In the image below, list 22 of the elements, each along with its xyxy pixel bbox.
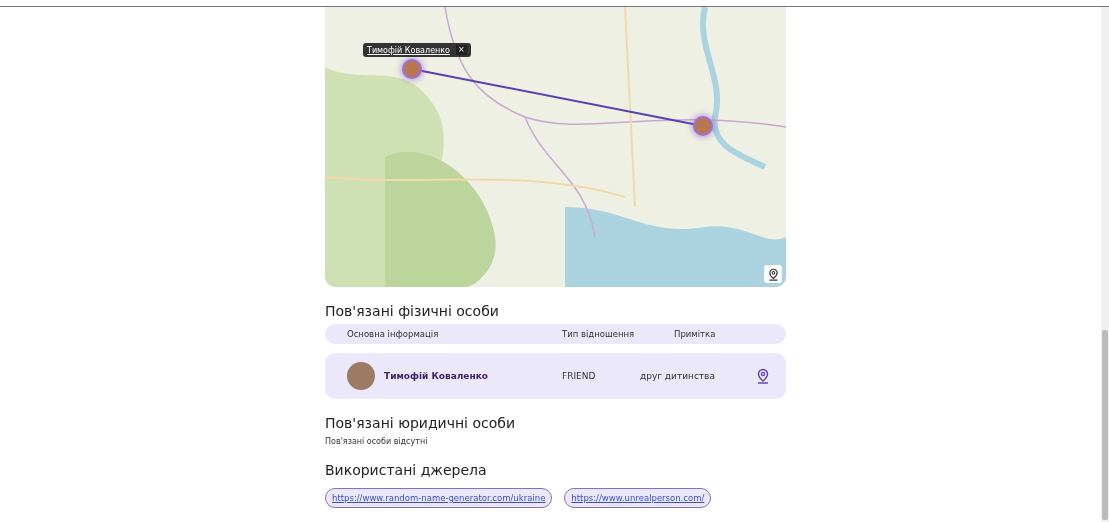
location-pin-icon [755,368,771,384]
scrollbar-thumb[interactable] [1102,330,1108,520]
section-title: Пов'язані фізичні особи [325,303,500,319]
section-title: Пов'язані юридичні особи [325,415,516,431]
avatar [347,362,375,390]
popup-name-link[interactable]: Тимофій Коваленко [367,45,450,55]
column-header: Основна інформація [347,329,440,339]
table-cell-text: друг дитинства [640,371,716,381]
scrollbar[interactable] [1101,7,1109,522]
person-name[interactable]: Тимофій Коваленко [384,371,562,381]
source-link[interactable]: https://www.random-name-generator.com/ukraine [325,488,553,508]
source-link[interactable]: https://www.unrealperson.com/ [564,488,712,508]
map-marker[interactable] [695,118,711,134]
table-cell-text: FRIEND [562,371,597,381]
locate-button[interactable] [764,265,782,283]
section-title: Використані джерела [325,462,488,478]
map-marker[interactable] [404,61,420,77]
close-button[interactable]: × [456,45,467,55]
column-header: Тип відношення [562,329,636,339]
column-header: Примітка [674,329,717,339]
empty-message: Пов'язані особи відсутні [325,437,429,446]
location-pin-icon [766,267,780,281]
